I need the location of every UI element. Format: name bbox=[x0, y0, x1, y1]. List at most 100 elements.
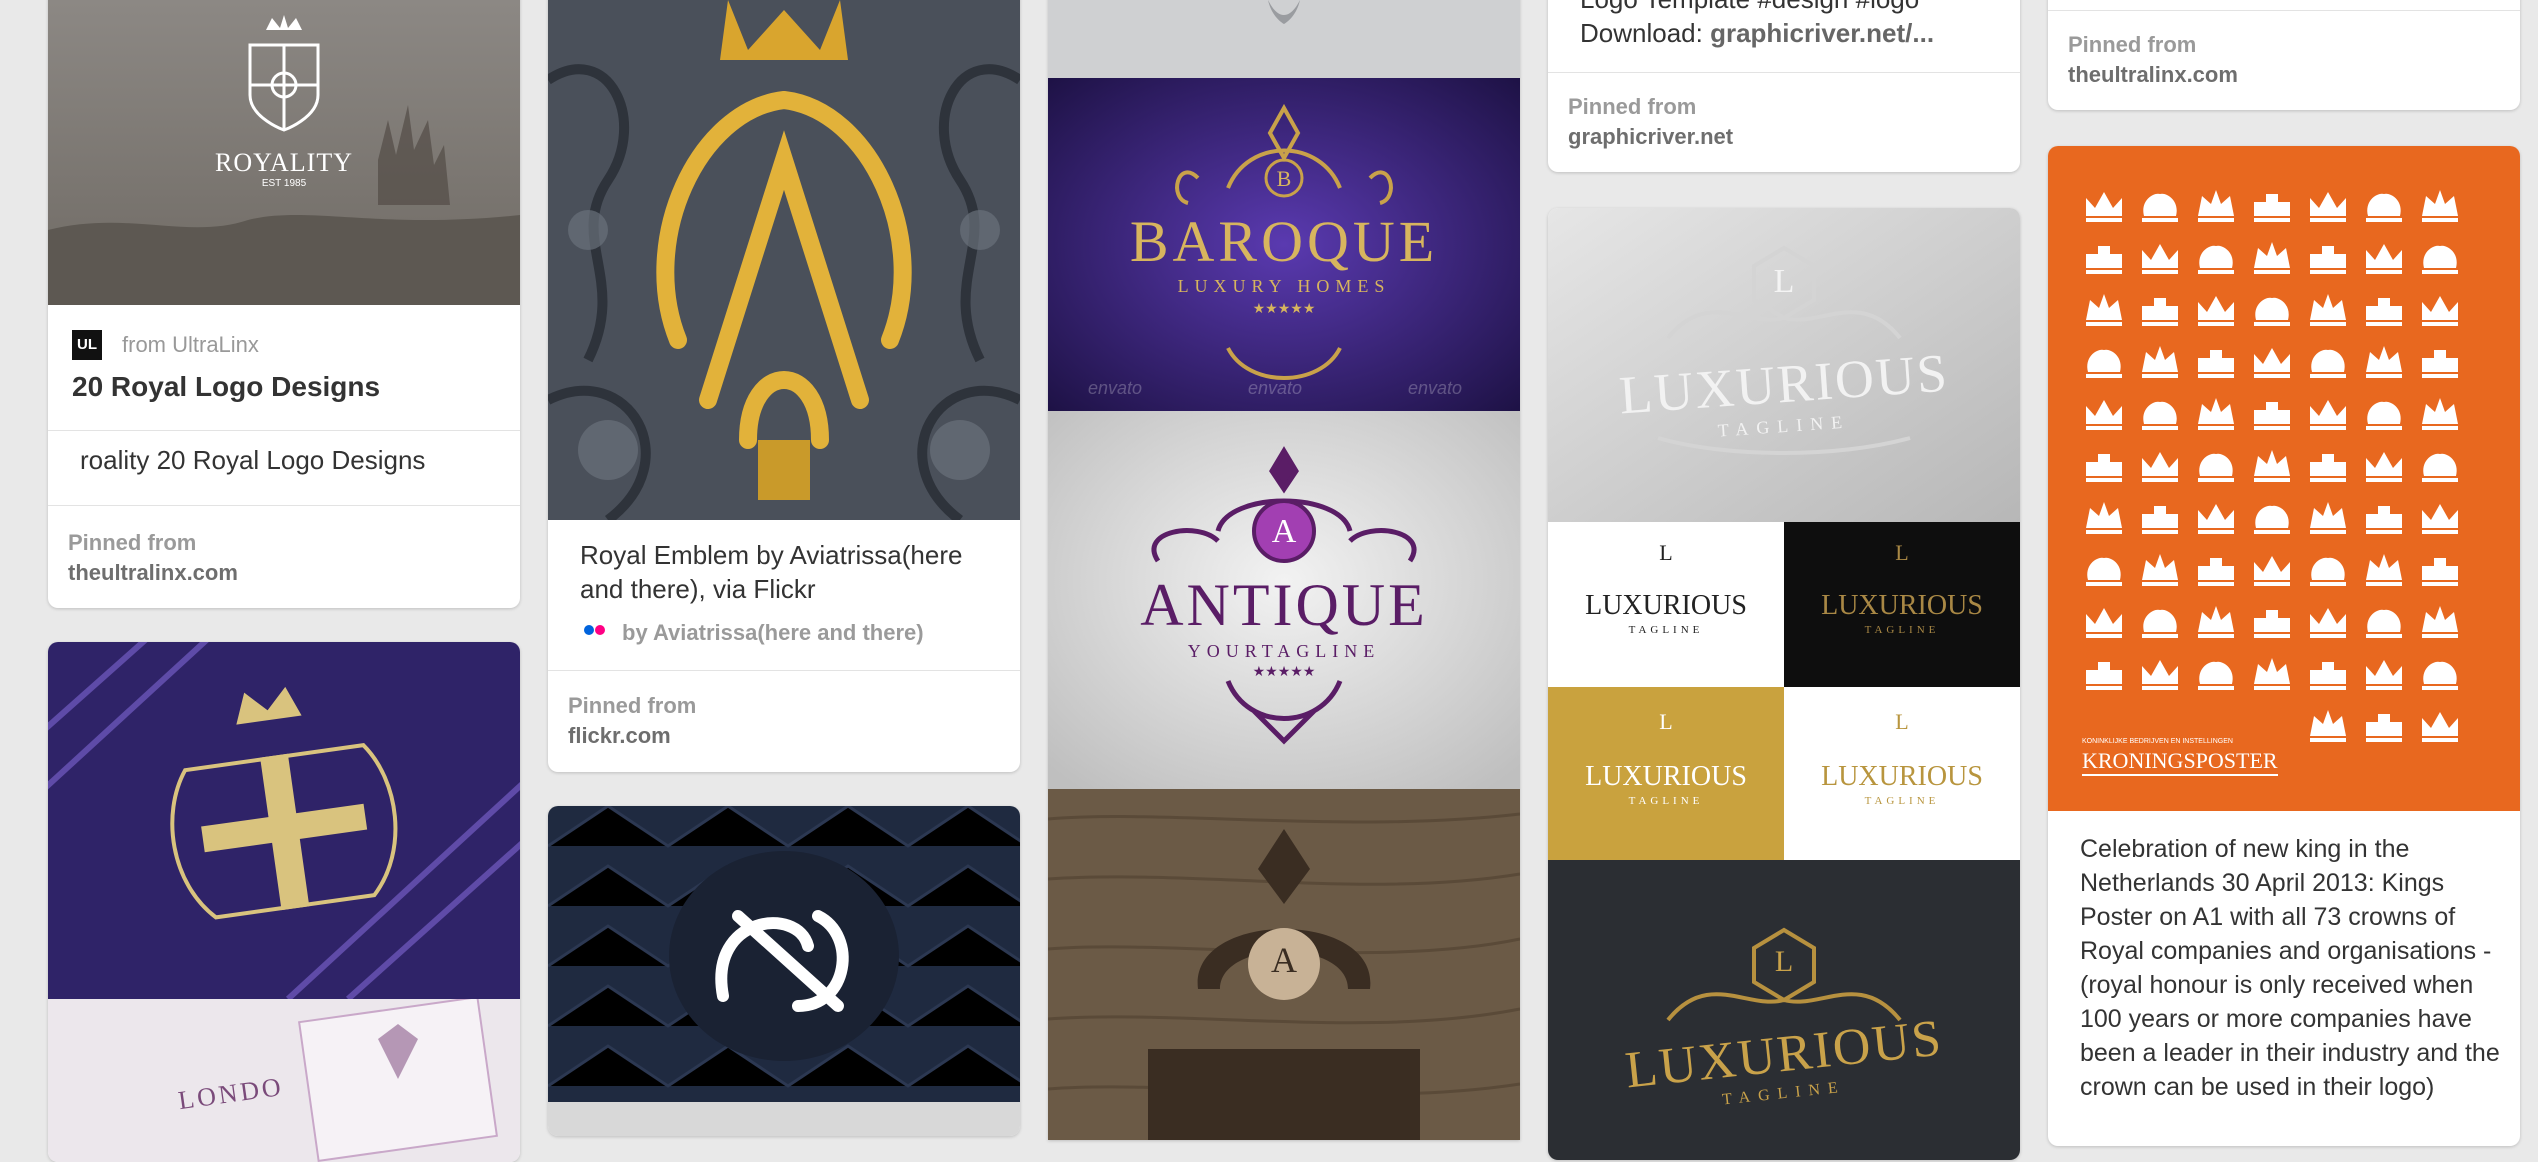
pinned-from-domain[interactable]: flickr.com bbox=[568, 723, 671, 749]
luxurious-variant-gold: L LUXURIOUS TAGLINE bbox=[1548, 687, 1784, 860]
crown-icon bbox=[2254, 348, 2290, 378]
crown-icon bbox=[2086, 662, 2122, 690]
luxurious-initial: L bbox=[1895, 540, 1909, 565]
baroque-initial: B bbox=[1276, 166, 1292, 191]
antique-subtitle: YOURTAGLINE bbox=[1187, 641, 1381, 661]
crown-icon bbox=[2366, 660, 2402, 690]
pin-image-baroque[interactable]: B BAROQUE LUXURY HOMES ★★★★★ envato enva… bbox=[1048, 78, 1520, 411]
download-label: Download: bbox=[1580, 18, 1711, 48]
crown-icon bbox=[2198, 350, 2234, 378]
crown-icon bbox=[2142, 193, 2178, 222]
luxurious-subtitle: TAGLINE bbox=[1628, 624, 1704, 636]
pin-description: Celebration of new king in the Netherlan… bbox=[2080, 835, 2500, 1101]
pin-image-purple-crest[interactable] bbox=[48, 642, 520, 999]
pin-card-kings-poster[interactable]: KONINKLIJKE BEDRIJVEN EN INSTELLINGEN KR… bbox=[2048, 146, 2520, 1146]
pinned-from-domain[interactable]: graphicriver.net bbox=[1568, 124, 1733, 150]
pin-image-dark-card[interactable] bbox=[548, 806, 1020, 1102]
ultralinx-icon: UL bbox=[72, 330, 102, 360]
crown-icon bbox=[2366, 506, 2402, 534]
crown-icon bbox=[2310, 710, 2346, 742]
luxurious-initial: L bbox=[1659, 709, 1673, 734]
pin-byline[interactable]: by Aviatrissa(here and there) bbox=[622, 620, 924, 646]
luxurious-variant-white-gold: L LUXURIOUS TAGLINE bbox=[1784, 687, 2020, 860]
pin-image-crowns-poster[interactable]: KONINKLIJKE BEDRIJVEN EN INSTELLINGEN KR… bbox=[2048, 146, 2520, 811]
pinned-from-domain[interactable]: theultralinx.com bbox=[68, 560, 238, 586]
pinned-from-label: Pinned from bbox=[568, 693, 697, 718]
crown-icon bbox=[2422, 350, 2458, 378]
crown-icon bbox=[2422, 398, 2458, 430]
crown-icon bbox=[2366, 452, 2402, 482]
pin-card-logo-collection[interactable]: B BAROQUE LUXURY HOMES ★★★★★ envato enva… bbox=[1048, 0, 1520, 1140]
flickr-icon bbox=[595, 625, 605, 635]
pin-image-luxurious-silver[interactable]: L LUXURIOUS TAGLINE bbox=[1548, 208, 2020, 522]
crown-icon bbox=[2086, 502, 2122, 534]
pin-card-royality[interactable]: ROYALITY EST 1985 UL from UltraLinx 20 R… bbox=[48, 0, 520, 608]
flickr-icon bbox=[584, 625, 594, 635]
luxurious-subtitle: TAGLINE bbox=[1628, 795, 1704, 807]
crown-icon bbox=[2198, 245, 2234, 274]
crown-icon bbox=[2254, 450, 2290, 482]
crown-icon bbox=[2422, 453, 2458, 482]
pin-image-luxurious-dark[interactable]: L LUXURIOUS TAGLINE bbox=[1548, 860, 2020, 1160]
pin-description: Royal Emblem by Aviatrissa(here and ther… bbox=[580, 540, 963, 604]
crown-icon bbox=[2198, 453, 2234, 482]
pin-description-line2: Download: graphicriver.net/... bbox=[1580, 16, 1934, 50]
pin-image-wood-logo[interactable]: A bbox=[1048, 789, 1520, 1140]
crown-icon bbox=[2422, 190, 2458, 222]
crown-icon bbox=[2142, 244, 2178, 274]
crown-icon bbox=[2310, 608, 2346, 638]
crown-icon bbox=[2422, 296, 2458, 326]
pin-card-purple-crest[interactable]: LONDO bbox=[48, 642, 520, 1162]
pin-image-royal-emblem[interactable] bbox=[548, 0, 1020, 520]
crown-icon bbox=[2366, 193, 2402, 222]
pin-image-royality[interactable]: ROYALITY EST 1985 bbox=[48, 0, 520, 305]
crown-icon bbox=[2310, 662, 2346, 690]
luxurious-subtitle: TAGLINE bbox=[1864, 624, 1940, 636]
crown-icon bbox=[2254, 297, 2290, 326]
pin-card-top-right[interactable]: Pinned from theultralinx.com bbox=[2048, 0, 2520, 110]
divider bbox=[1548, 72, 2020, 73]
crown-icon bbox=[2422, 558, 2458, 586]
crown-icon bbox=[2366, 401, 2402, 430]
luxurious-initial: L bbox=[1895, 709, 1909, 734]
pinned-from-domain[interactable]: theultralinx.com bbox=[2068, 62, 2238, 88]
crown-icon bbox=[2142, 660, 2178, 690]
pin-card-luxurious[interactable]: L LUXURIOUS TAGLINE L LUXURIOUS TAGLINE … bbox=[1548, 208, 2020, 1160]
crown-icon bbox=[2142, 346, 2178, 378]
crown-icon bbox=[2422, 245, 2458, 274]
pin-from-source[interactable]: from UltraLinx bbox=[122, 332, 259, 358]
crown-icon bbox=[2310, 502, 2346, 534]
pin-description-line1: Logo Template #design #logo bbox=[1580, 0, 1919, 16]
download-link[interactable]: graphicriver.net/... bbox=[1710, 18, 1934, 48]
baroque-title: BAROQUE bbox=[1129, 209, 1439, 274]
crown-icon bbox=[2310, 400, 2346, 430]
crown-icon bbox=[2198, 190, 2234, 222]
pin-card-dark-card[interactable] bbox=[548, 806, 1020, 1136]
pin-title[interactable]: 20 Royal Logo Designs bbox=[72, 371, 380, 403]
poster-title: KRONINGSPOSTER bbox=[2082, 748, 2278, 776]
crown-icon bbox=[2366, 298, 2402, 326]
crown-icon bbox=[2254, 556, 2290, 586]
crown-icon bbox=[2086, 454, 2122, 482]
antique-stars: ★★★★★ bbox=[1252, 663, 1316, 679]
pin-card-logo-template[interactable]: Logo Template #design #logo Download: gr… bbox=[1548, 0, 2020, 172]
crown-icon bbox=[2142, 554, 2178, 586]
pin-image-antique[interactable]: A ANTIQUE YOURTAGLINE ★★★★★ bbox=[1048, 411, 1520, 789]
envato-watermark: envato bbox=[1408, 378, 1463, 398]
crown-icon bbox=[2422, 606, 2458, 638]
envato-watermark: envato bbox=[1248, 378, 1303, 398]
luxurious-initial: L bbox=[1774, 945, 1794, 978]
luxurious-variant-black: L LUXURIOUS TAGLINE bbox=[1784, 522, 2020, 687]
pin-description: roality 20 Royal Logo Designs bbox=[80, 445, 426, 475]
luxurious-variant-white: L LUXURIOUS TAGLINE bbox=[1548, 522, 1784, 687]
pin-image-top-ornament[interactable] bbox=[1048, 0, 1520, 78]
antique-initial: A bbox=[1271, 513, 1297, 550]
pin-card-royal-emblem[interactable]: Royal Emblem by Aviatrissa(here and ther… bbox=[548, 0, 1020, 772]
crown-icon bbox=[2254, 194, 2290, 222]
crown-icon bbox=[2198, 661, 2234, 690]
luxurious-initial: L bbox=[1659, 540, 1673, 565]
baroque-stars: ★★★★★ bbox=[1252, 300, 1316, 316]
crown-icon bbox=[2254, 505, 2290, 534]
pin-image-london-card[interactable]: LONDO bbox=[48, 999, 520, 1162]
baroque-subtitle: LUXURY HOMES bbox=[1177, 276, 1391, 296]
